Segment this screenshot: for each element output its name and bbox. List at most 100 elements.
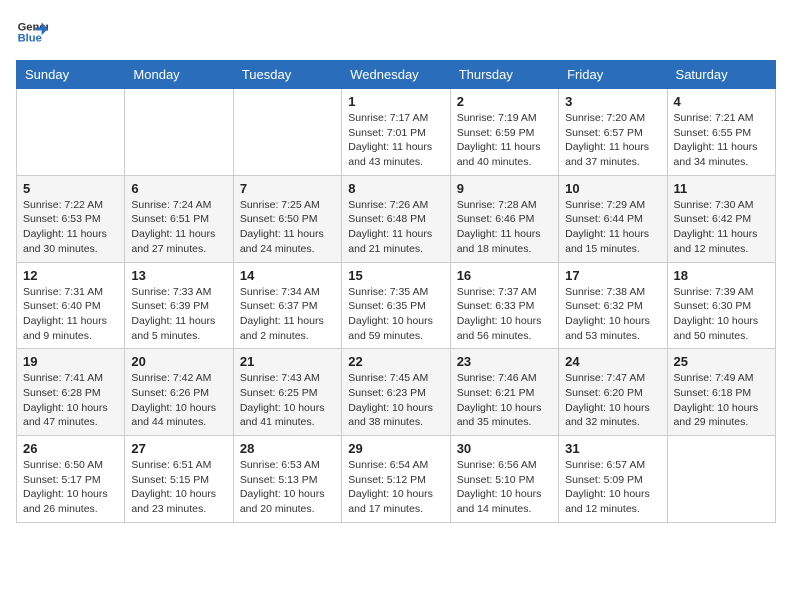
day-number: 16 [457, 268, 552, 283]
day-number: 29 [348, 441, 443, 456]
day-info: Sunrise: 7:35 AMSunset: 6:35 PMDaylight:… [348, 285, 443, 344]
calendar-cell: 2Sunrise: 7:19 AMSunset: 6:59 PMDaylight… [450, 89, 558, 176]
weekday-header-thursday: Thursday [450, 61, 558, 89]
calendar-cell: 14 Sunrise: 7:34 AMSunset: 6:37 PMDayligh… [233, 262, 341, 349]
day-info: Sunrise: 7:33 AMSunset: 6:39 PMDaylight:… [131, 285, 226, 344]
calendar-cell: 10 Sunrise: 7:29 AMSunset: 6:44 PMDayligh… [559, 175, 667, 262]
calendar-cell: 30 Sunrise: 6:56 AMSunset: 5:10 PMDayligh… [450, 436, 558, 523]
day-info: Sunrise: 7:34 AMSunset: 6:37 PMDaylight:… [240, 285, 335, 344]
day-info: Sunrise: 7:30 AMSunset: 6:42 PMDaylight:… [674, 198, 769, 257]
calendar-cell [667, 436, 775, 523]
calendar-cell: 4Sunrise: 7:21 AMSunset: 6:55 PMDaylight… [667, 89, 775, 176]
calendar-cell: 1 Sunrise: 7:17 AMSunset: 7:01 PMDaylight… [342, 89, 450, 176]
day-info: Sunrise: 7:26 AMSunset: 6:48 PMDaylight:… [348, 198, 443, 257]
day-number: 26 [23, 441, 118, 456]
day-number: 20 [131, 354, 226, 369]
calendar-cell: 13 Sunrise: 7:33 AMSunset: 6:39 PMDayligh… [125, 262, 233, 349]
day-info: Sunrise: 7:43 AMSunset: 6:25 PMDaylight:… [240, 371, 335, 430]
calendar-cell [125, 89, 233, 176]
day-info: Sunrise: 7:46 AMSunset: 6:21 PMDaylight:… [457, 371, 552, 430]
day-info: Sunrise: 7:17 AMSunset: 7:01 PMDaylight:… [348, 111, 443, 170]
day-number: 18 [674, 268, 769, 283]
calendar-cell: 7 Sunrise: 7:25 AMSunset: 6:50 PMDaylight… [233, 175, 341, 262]
calendar-cell: 25 Sunrise: 7:49 AMSunset: 6:18 PMDayligh… [667, 349, 775, 436]
calendar-cell [17, 89, 125, 176]
day-number: 14 [240, 268, 335, 283]
logo-icon: General Blue [16, 16, 48, 48]
day-number: 22 [348, 354, 443, 369]
calendar-cell: 19Sunrise: 7:41 AMSunset: 6:28 PMDayligh… [17, 349, 125, 436]
day-info: Sunrise: 7:19 AMSunset: 6:59 PMDaylight:… [457, 111, 552, 170]
calendar-cell: 23 Sunrise: 7:46 AMSunset: 6:21 PMDayligh… [450, 349, 558, 436]
calendar-cell: 12 Sunrise: 7:31 AMSunset: 6:40 PMDayligh… [17, 262, 125, 349]
calendar-week-row: 12 Sunrise: 7:31 AMSunset: 6:40 PMDayligh… [17, 262, 776, 349]
weekday-header-friday: Friday [559, 61, 667, 89]
weekday-header-sunday: Sunday [17, 61, 125, 89]
day-info: Sunrise: 7:20 AMSunset: 6:57 PMDaylight:… [565, 111, 660, 170]
day-info: Sunrise: 7:49 AMSunset: 6:18 PMDaylight:… [674, 371, 769, 430]
day-number: 17 [565, 268, 660, 283]
calendar-week-row: 26 Sunrise: 6:50 AMSunset: 5:17 PMDayligh… [17, 436, 776, 523]
calendar-cell: 18Sunrise: 7:39 AMSunset: 6:30 PMDayligh… [667, 262, 775, 349]
day-number: 3 [565, 94, 660, 109]
day-info: Sunrise: 7:24 AMSunset: 6:51 PMDaylight:… [131, 198, 226, 257]
calendar-cell: 15 Sunrise: 7:35 AMSunset: 6:35 PMDayligh… [342, 262, 450, 349]
calendar-table: SundayMondayTuesdayWednesdayThursdayFrid… [16, 60, 776, 523]
calendar-cell: 20 Sunrise: 7:42 AMSunset: 6:26 PMDayligh… [125, 349, 233, 436]
day-info: Sunrise: 7:28 AMSunset: 6:46 PMDaylight:… [457, 198, 552, 257]
day-number: 13 [131, 268, 226, 283]
day-number: 9 [457, 181, 552, 196]
day-info: Sunrise: 7:38 AMSunset: 6:32 PMDaylight:… [565, 285, 660, 344]
svg-text:Blue: Blue [18, 33, 42, 45]
calendar-cell [233, 89, 341, 176]
calendar-cell: 8 Sunrise: 7:26 AMSunset: 6:48 PMDaylight… [342, 175, 450, 262]
day-number: 24 [565, 354, 660, 369]
day-info: Sunrise: 6:54 AMSunset: 5:12 PMDaylight:… [348, 458, 443, 517]
day-info: Sunrise: 7:42 AMSunset: 6:26 PMDaylight:… [131, 371, 226, 430]
calendar-cell: 31Sunrise: 6:57 AMSunset: 5:09 PMDayligh… [559, 436, 667, 523]
calendar-cell: 28Sunrise: 6:53 AMSunset: 5:13 PMDayligh… [233, 436, 341, 523]
day-number: 23 [457, 354, 552, 369]
calendar-week-row: 1 Sunrise: 7:17 AMSunset: 7:01 PMDaylight… [17, 89, 776, 176]
day-number: 30 [457, 441, 552, 456]
day-number: 21 [240, 354, 335, 369]
calendar-cell: 5 Sunrise: 7:22 AMSunset: 6:53 PMDaylight… [17, 175, 125, 262]
day-info: Sunrise: 7:25 AMSunset: 6:50 PMDaylight:… [240, 198, 335, 257]
day-info: Sunrise: 7:21 AMSunset: 6:55 PMDaylight:… [674, 111, 769, 170]
day-number: 10 [565, 181, 660, 196]
day-number: 5 [23, 181, 118, 196]
day-info: Sunrise: 7:31 AMSunset: 6:40 PMDaylight:… [23, 285, 118, 344]
day-info: Sunrise: 6:53 AMSunset: 5:13 PMDaylight:… [240, 458, 335, 517]
day-number: 19 [23, 354, 118, 369]
calendar-cell: 21 Sunrise: 7:43 AMSunset: 6:25 PMDayligh… [233, 349, 341, 436]
calendar-cell: 24Sunrise: 7:47 AMSunset: 6:20 PMDayligh… [559, 349, 667, 436]
calendar-cell: 26 Sunrise: 6:50 AMSunset: 5:17 PMDayligh… [17, 436, 125, 523]
weekday-header-monday: Monday [125, 61, 233, 89]
calendar-cell: 6 Sunrise: 7:24 AMSunset: 6:51 PMDaylight… [125, 175, 233, 262]
day-number: 12 [23, 268, 118, 283]
day-info: Sunrise: 7:45 AMSunset: 6:23 PMDaylight:… [348, 371, 443, 430]
calendar-header-row: SundayMondayTuesdayWednesdayThursdayFrid… [17, 61, 776, 89]
calendar-cell: 9 Sunrise: 7:28 AMSunset: 6:46 PMDaylight… [450, 175, 558, 262]
calendar-week-row: 5 Sunrise: 7:22 AMSunset: 6:53 PMDaylight… [17, 175, 776, 262]
day-number: 1 [348, 94, 443, 109]
day-number: 6 [131, 181, 226, 196]
calendar-cell: 11Sunrise: 7:30 AMSunset: 6:42 PMDayligh… [667, 175, 775, 262]
day-number: 7 [240, 181, 335, 196]
day-number: 15 [348, 268, 443, 283]
day-number: 25 [674, 354, 769, 369]
day-number: 27 [131, 441, 226, 456]
day-number: 8 [348, 181, 443, 196]
day-info: Sunrise: 6:56 AMSunset: 5:10 PMDaylight:… [457, 458, 552, 517]
weekday-header-tuesday: Tuesday [233, 61, 341, 89]
day-info: Sunrise: 7:29 AMSunset: 6:44 PMDaylight:… [565, 198, 660, 257]
day-info: Sunrise: 7:37 AMSunset: 6:33 PMDaylight:… [457, 285, 552, 344]
weekday-header-saturday: Saturday [667, 61, 775, 89]
calendar-cell: 22 Sunrise: 7:45 AMSunset: 6:23 PMDayligh… [342, 349, 450, 436]
calendar-cell: 16 Sunrise: 7:37 AMSunset: 6:33 PMDayligh… [450, 262, 558, 349]
calendar-cell: 17 Sunrise: 7:38 AMSunset: 6:32 PMDayligh… [559, 262, 667, 349]
calendar-cell: 27Sunrise: 6:51 AMSunset: 5:15 PMDayligh… [125, 436, 233, 523]
day-info: Sunrise: 6:50 AMSunset: 5:17 PMDaylight:… [23, 458, 118, 517]
day-info: Sunrise: 7:22 AMSunset: 6:53 PMDaylight:… [23, 198, 118, 257]
page-header: General Blue [16, 16, 776, 48]
